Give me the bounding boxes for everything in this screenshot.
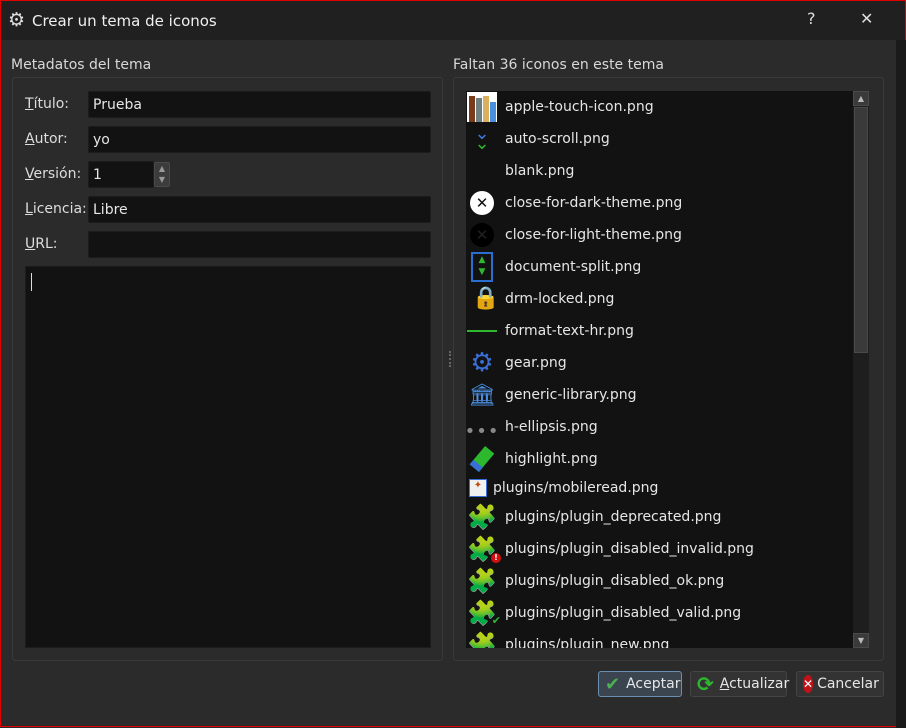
hr-line-icon: [466, 315, 498, 347]
url-label: URL:: [25, 236, 58, 252]
item-filename: close-for-light-theme.png: [505, 227, 682, 243]
metadata-group-title: Metadatos del tema: [11, 57, 152, 73]
list-item[interactable]: 🔒 drm-locked.png: [466, 283, 614, 315]
version-spinner[interactable]: ▲ ▼: [154, 162, 170, 187]
blank-icon: [466, 155, 498, 187]
item-filename: gear.png: [505, 355, 567, 371]
mobileread-icon: ✦: [468, 472, 488, 504]
checkmark-icon: ✔: [605, 673, 621, 695]
list-item[interactable]: 🧩 plugins/plugin_disabled_ok.png: [466, 565, 724, 597]
close-button[interactable]: ✕: [860, 9, 873, 28]
update-button[interactable]: ⟳ Actualizar: [690, 671, 790, 697]
list-item[interactable]: ▲ ▼ document-split.png: [466, 251, 641, 283]
cancel-label: Cancelar: [817, 676, 879, 692]
window-title: Crear un tema de iconos: [32, 12, 217, 30]
item-filename: plugins/plugin_disabled_valid.png: [505, 605, 742, 621]
puzzle-blue-icon: 🧩: [467, 503, 497, 531]
lock-icon: 🔒: [472, 286, 500, 311]
update-label: Actualizar: [719, 676, 790, 692]
highlighter-icon: [466, 443, 498, 475]
chevron-double-down-icon: ⌄ ⌄: [474, 123, 490, 154]
document-split-icon: ▲ ▼: [466, 251, 498, 283]
version-label: Versión:: [25, 166, 82, 182]
item-filename: apple-touch-icon.png: [505, 99, 654, 115]
item-filename: h-ellipsis.png: [505, 419, 598, 435]
splitter-handle[interactable]: [449, 351, 451, 367]
gear-icon: ⚙: [470, 348, 494, 378]
item-filename: format-text-hr.png: [505, 323, 634, 339]
item-filename: auto-scroll.png: [505, 131, 610, 147]
close-black-icon: ✕: [466, 219, 498, 251]
ellipsis-icon: •••: [466, 420, 500, 442]
missing-icons-title: Faltan 36 iconos en este tema: [453, 57, 664, 73]
cancel-button[interactable]: ✕ Cancelar: [796, 671, 884, 697]
help-button[interactable]: ?: [807, 9, 816, 28]
accept-button[interactable]: ✔ Aceptar: [598, 671, 682, 697]
author-label: Autor:: [25, 131, 68, 147]
list-item[interactable]: apple-touch-icon.png: [466, 91, 654, 123]
missing-icons-list[interactable]: apple-touch-icon.png ⌄ ⌄ auto-scroll.png bla…: [466, 91, 853, 648]
item-filename: plugins/mobileread.png: [493, 480, 659, 496]
puzzle-invalid-icon: 🧩!: [466, 533, 501, 565]
list-item[interactable]: ⌄ ⌄ auto-scroll.png: [466, 123, 610, 155]
scrollbar-thumb[interactable]: [854, 107, 868, 353]
accept-label: Aceptar: [626, 676, 681, 692]
item-filename: plugins/plugin_disabled_invalid.png: [505, 541, 754, 557]
item-filename: drm-locked.png: [505, 291, 615, 307]
list-item[interactable]: blank.png: [466, 155, 574, 187]
refresh-icon: ⟳: [697, 672, 714, 696]
item-filename: plugins/plugin_new.png: [505, 637, 670, 648]
list-item[interactable]: ✕ close-for-light-theme.png: [466, 219, 682, 251]
list-item[interactable]: highlight.png: [466, 443, 598, 475]
title-label: Título:: [25, 96, 69, 112]
puzzle-gray-icon: 🧩: [467, 567, 497, 595]
scroll-up-button[interactable]: ▲: [853, 91, 869, 106]
description-textarea[interactable]: [25, 266, 431, 648]
item-filename: blank.png: [505, 163, 575, 179]
list-item[interactable]: ••• h-ellipsis.png: [466, 411, 598, 443]
list-scrollbar[interactable]: ▲ ▼: [853, 91, 869, 648]
url-input[interactable]: [88, 231, 431, 258]
license-label: Licencia:: [25, 201, 87, 217]
list-item[interactable]: 🏛 generic-library.png: [466, 379, 637, 411]
item-filename: plugins/plugin_disabled_ok.png: [505, 573, 725, 589]
list-item[interactable]: ⚙ gear.png: [466, 347, 567, 379]
list-item[interactable]: 🧩 ✔ plugins/plugin_disabled_valid.png: [466, 597, 741, 629]
background-window: [896, 40, 906, 728]
list-item[interactable]: 🧩! plugins/plugin_disabled_invalid.png: [466, 533, 754, 565]
author-input[interactable]: yo: [88, 126, 431, 153]
item-filename: plugins/plugin_deprecated.png: [505, 509, 722, 525]
item-filename: document-split.png: [505, 259, 642, 275]
puzzle-valid-icon: 🧩 ✔: [467, 599, 501, 627]
title-input[interactable]: Prueba: [88, 91, 431, 118]
item-filename: generic-library.png: [505, 387, 637, 403]
puzzle-yellow-icon: 🧩: [467, 631, 497, 648]
list-item[interactable]: ✦ plugins/mobileread.png: [466, 475, 658, 501]
scroll-down-button[interactable]: ▼: [853, 633, 869, 648]
library-icon: 🏛: [468, 382, 496, 408]
cancel-icon: ✕: [803, 675, 814, 693]
title-bar: ⚙ Crear un tema de iconos ? ✕: [1, 1, 905, 40]
version-input[interactable]: 1: [88, 161, 154, 188]
books-icon: [466, 91, 498, 123]
list-item[interactable]: 🧩 plugins/plugin_new.png: [466, 629, 669, 648]
item-filename: close-for-dark-theme.png: [505, 195, 683, 211]
item-filename: highlight.png: [505, 451, 598, 467]
license-input[interactable]: Libre: [88, 196, 431, 223]
list-item[interactable]: 🧩 plugins/plugin_deprecated.png: [466, 501, 721, 533]
text-caret: [31, 273, 32, 291]
gear-icon: ⚙: [8, 9, 26, 31]
list-item[interactable]: format-text-hr.png: [466, 315, 634, 347]
close-white-icon: ✕: [466, 187, 498, 219]
list-item[interactable]: ✕ close-for-dark-theme.png: [466, 187, 682, 219]
